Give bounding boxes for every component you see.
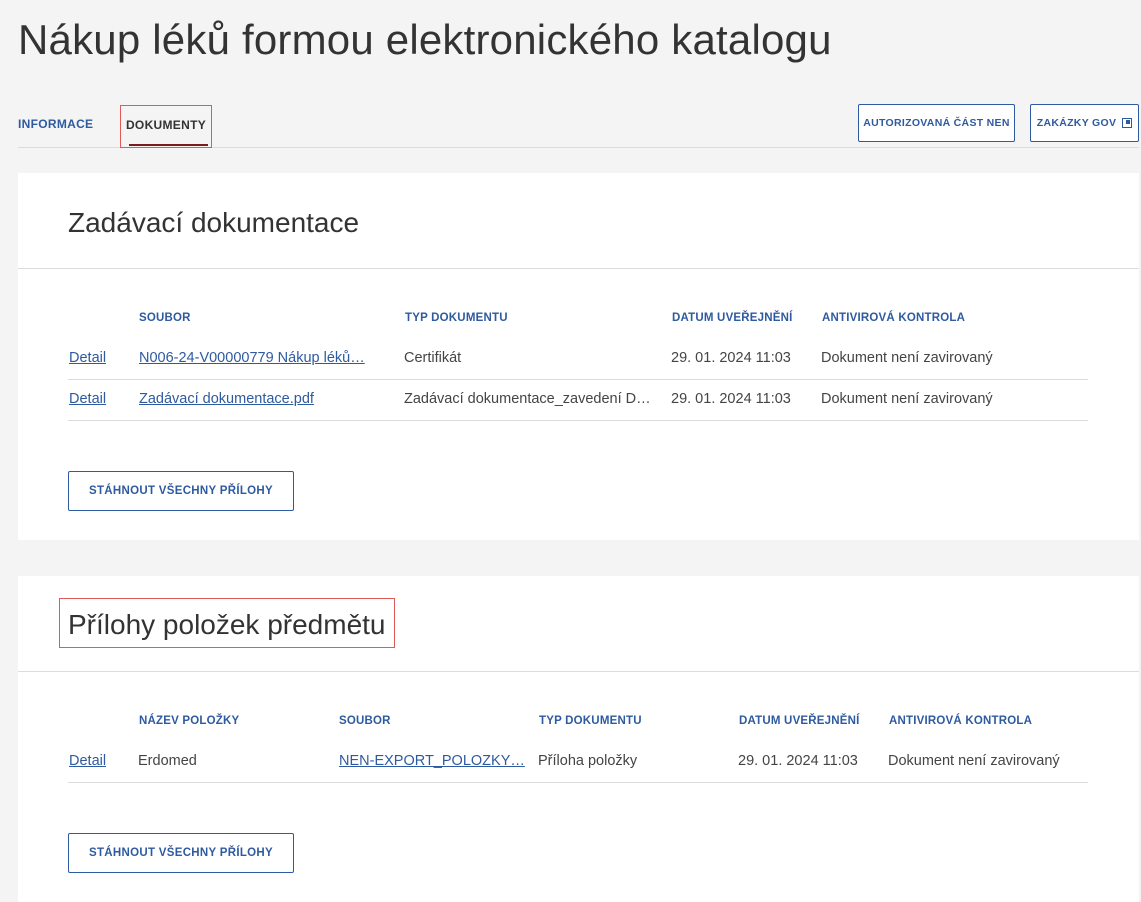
document-type: Příloha položky bbox=[538, 753, 638, 769]
section-divider bbox=[18, 268, 1139, 269]
section-divider bbox=[18, 671, 1139, 672]
active-tab-indicator bbox=[129, 144, 208, 146]
tab-dokumenty-label: DOKUMENTY bbox=[125, 117, 207, 132]
column-header-date: DATUM UVEŘEJNĚNÍ bbox=[739, 715, 860, 727]
column-header-file: SOUBOR bbox=[339, 715, 391, 727]
authorized-part-button[interactable]: AUTORIZOVANÁ ČÁST NEN bbox=[858, 104, 1015, 142]
section-title: Zadávací dokumentace bbox=[68, 207, 360, 238]
antivirus-status: Dokument není zavirovaný bbox=[821, 391, 993, 407]
column-header-antivirus: ANTIVIROVÁ KONTROLA bbox=[822, 312, 966, 324]
external-link-icon bbox=[1122, 118, 1133, 128]
column-header-date: DATUM UVEŘEJNĚNÍ bbox=[672, 312, 793, 324]
tender-documents-card: Zadávací dokumentace SOUBOR TYP DOKUMENT… bbox=[18, 173, 1139, 540]
file-link[interactable]: NEN-EXPORT_POLOZKY… bbox=[339, 753, 529, 769]
publish-date: 29. 01. 2024 11:03 bbox=[671, 350, 791, 366]
zakazky-gov-button[interactable]: ZAKÁZKY GOV bbox=[1030, 104, 1139, 142]
column-header-type: TYP DOKUMENTU bbox=[405, 312, 508, 324]
row-divider bbox=[68, 782, 1088, 783]
row-divider bbox=[68, 420, 1088, 421]
zakazky-gov-label: ZAKÁZKY GOV bbox=[1036, 117, 1117, 129]
row-divider bbox=[68, 379, 1088, 380]
detail-link[interactable]: Detail bbox=[69, 350, 106, 366]
document-type: Certifikát bbox=[404, 350, 462, 366]
detail-link[interactable]: Detail bbox=[69, 391, 106, 407]
publish-date: 29. 01. 2024 11:03 bbox=[671, 391, 791, 407]
item-attachments-card: Přílohy položek předmětu NÁZEV POLOŽKY S… bbox=[18, 576, 1139, 902]
file-link[interactable]: N006-24-V00000779 Nákup léků… bbox=[139, 350, 394, 366]
tab-dokumenty[interactable]: DOKUMENTY bbox=[120, 105, 212, 148]
download-all-button[interactable]: STÁHNOUT VŠECHNY PŘÍLOHY bbox=[68, 833, 294, 873]
authorized-part-label: AUTORIZOVANÁ ČÁST NEN bbox=[863, 117, 1010, 129]
download-all-label: STÁHNOUT VŠECHNY PŘÍLOHY bbox=[89, 485, 273, 497]
section-title: Přílohy položek předmětu bbox=[59, 598, 395, 648]
antivirus-status: Dokument není zavirovaný bbox=[821, 350, 993, 366]
document-type: Zadávací dokumentace_zavedení D… bbox=[404, 391, 651, 407]
column-header-antivirus: ANTIVIROVÁ KONTROLA bbox=[889, 715, 1033, 727]
file-link[interactable]: Zadávací dokumentace.pdf bbox=[139, 391, 394, 407]
download-all-button[interactable]: STÁHNOUT VŠECHNY PŘÍLOHY bbox=[68, 471, 294, 511]
tab-bar: INFORMACE DOKUMENTY AUTORIZOVANÁ ČÁST NE… bbox=[18, 104, 1139, 148]
column-header-item-name: NÁZEV POLOŽKY bbox=[139, 715, 240, 727]
column-header-type: TYP DOKUMENTU bbox=[539, 715, 642, 727]
item-name: Erdomed bbox=[138, 753, 197, 769]
publish-date: 29. 01. 2024 11:03 bbox=[738, 753, 858, 769]
column-header-file: SOUBOR bbox=[139, 312, 191, 324]
detail-link[interactable]: Detail bbox=[69, 753, 106, 769]
page-title: Nákup léků formou elektronického katalog… bbox=[18, 16, 832, 63]
download-all-label: STÁHNOUT VŠECHNY PŘÍLOHY bbox=[89, 847, 273, 859]
antivirus-status: Dokument není zavirovaný bbox=[888, 753, 1060, 769]
tab-informace[interactable]: INFORMACE bbox=[18, 104, 93, 144]
